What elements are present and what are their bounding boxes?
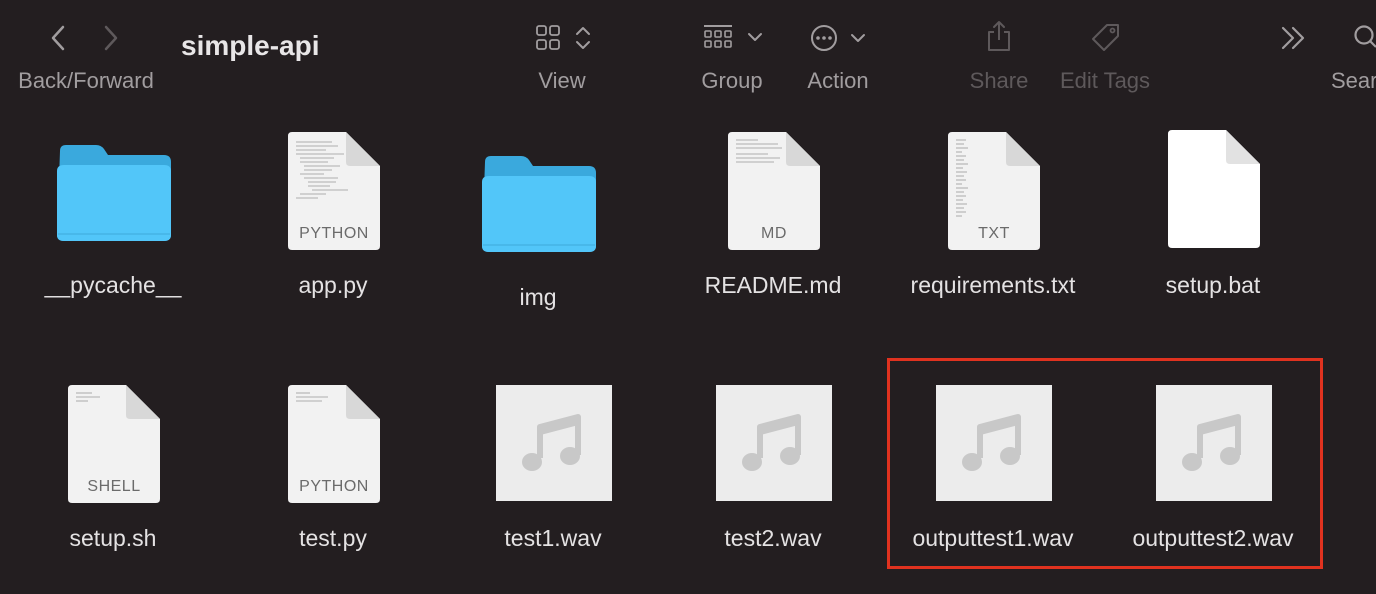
action-label: Action [807, 68, 869, 93]
file-name: setup.sh [69, 525, 157, 551]
search-label: Sear [1331, 68, 1376, 93]
file-name: test.py [299, 525, 367, 551]
folder-icon [482, 156, 596, 252]
file-kind-label: SHELL [87, 478, 141, 495]
file-item-test2-wav[interactable]: test2.wav [663, 383, 883, 563]
python-file-icon: PYTHON [288, 132, 380, 250]
file-kind-label: PYTHON [299, 478, 369, 495]
group-label: Group [701, 68, 763, 93]
music-note-icon [522, 414, 581, 471]
file-name: img [519, 284, 557, 310]
file-kind-label: PYTHON [299, 225, 369, 242]
file-name: setup.bat [1165, 272, 1261, 298]
blank-file-icon [1168, 130, 1260, 248]
file-name: app.py [298, 272, 368, 298]
file-name: test2.wav [724, 525, 822, 551]
text-file-icon: TXT [948, 132, 1040, 250]
folder-icon [57, 145, 171, 241]
share-label: Share [969, 68, 1029, 93]
file-item-setup-bat[interactable]: setup.bat [1103, 130, 1323, 310]
shell-file-icon: SHELL [68, 385, 160, 503]
file-item-pycache[interactable]: __pycache__ [3, 130, 223, 310]
selection-highlight-box [887, 358, 1323, 569]
edit-tags-label: Edit Tags [1059, 68, 1151, 93]
file-item-test-py[interactable]: PYTHON test.py [223, 383, 443, 563]
audio-file-thumbnail [716, 385, 832, 501]
file-item-app-py[interactable]: PYTHON app.py [223, 130, 443, 310]
file-name: requirements.txt [910, 272, 1076, 298]
back-icon[interactable] [48, 24, 70, 52]
file-item-setup-sh[interactable]: SHELL setup.sh [3, 383, 223, 563]
music-note-icon [742, 414, 801, 471]
search-icon [1354, 25, 1376, 48]
more-actions-icon [811, 25, 865, 51]
file-item-readme[interactable]: MD README.md [663, 130, 883, 310]
share-icon [988, 21, 1010, 51]
file-name: __pycache__ [44, 272, 182, 298]
file-name: test1.wav [504, 525, 602, 551]
grid-view-icon [536, 25, 590, 50]
python-file-icon: PYTHON [288, 385, 380, 503]
audio-file-thumbnail [496, 385, 612, 501]
back-forward-label: Back/Forward [18, 68, 154, 93]
file-item-img[interactable]: img [428, 130, 648, 320]
file-item-test1-wav[interactable]: test1.wav [443, 383, 663, 563]
markdown-file-icon: MD [728, 132, 820, 250]
file-item-requirements[interactable]: TXT requirements.txt [883, 130, 1103, 310]
window-title: simple-api [181, 30, 320, 61]
forward-icon[interactable] [100, 24, 122, 52]
file-name: README.md [704, 272, 842, 298]
file-kind-label: TXT [978, 225, 1010, 242]
tag-icon [1092, 24, 1119, 51]
group-icon [704, 25, 762, 48]
file-kind-label: MD [761, 225, 787, 242]
view-label: View [538, 68, 586, 93]
more-toolbar-items-icon[interactable] [1280, 26, 1308, 50]
